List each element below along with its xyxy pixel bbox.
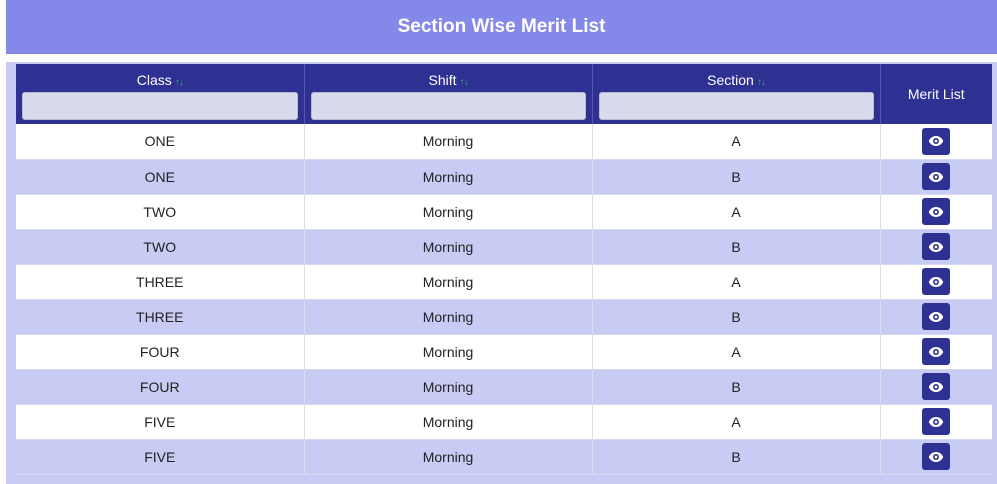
merit-list-panel: Class ↑↓ Shift ↑↓ Section ↑↓ Merit List … <box>6 62 997 484</box>
section-cell: B <box>592 299 881 335</box>
table-row: THREE Morning A <box>16 264 992 300</box>
column-label-shift: Shift <box>428 72 457 88</box>
column-label-class: Class <box>136 72 172 88</box>
class-cell: FIVE <box>16 404 305 440</box>
section-cell: A <box>592 194 881 230</box>
sort-class-button[interactable]: Class ↑↓ <box>22 71 298 89</box>
class-cell: ONE <box>16 124 305 160</box>
column-header-section: Section ↑↓ <box>592 64 881 124</box>
sort-shift-button[interactable]: Shift ↑↓ <box>311 71 586 89</box>
view-merit-list-button[interactable] <box>922 443 951 470</box>
sort-icon: ↑↓ <box>174 77 184 88</box>
section-filter-input[interactable] <box>598 92 874 120</box>
eye-icon <box>928 381 944 393</box>
column-header-class: Class ↑↓ <box>16 64 305 124</box>
column-header-shift: Shift ↑↓ <box>304 64 593 124</box>
class-cell: THREE <box>16 299 305 335</box>
shift-cell: Morning <box>304 369 593 405</box>
class-cell: TWO <box>16 229 305 265</box>
class-cell: ONE <box>16 159 305 195</box>
page-header: Section Wise Merit List <box>6 0 997 54</box>
view-merit-list-button[interactable] <box>922 373 951 400</box>
table-row: FOUR Morning B <box>16 369 992 405</box>
table-row: ONE Morning A <box>16 124 992 160</box>
view-merit-list-button[interactable] <box>922 163 951 190</box>
column-header-merit-list: Merit List <box>880 64 992 124</box>
section-cell: A <box>592 124 881 160</box>
view-merit-list-button[interactable] <box>922 268 951 295</box>
eye-icon <box>928 206 944 218</box>
view-merit-list-button[interactable] <box>922 338 951 365</box>
sort-icon: ↑↓ <box>756 77 766 88</box>
shift-cell: Morning <box>304 159 593 195</box>
eye-icon <box>928 311 944 323</box>
view-merit-list-button[interactable] <box>922 408 951 435</box>
shift-cell: Morning <box>304 264 593 300</box>
table-row: TWO Morning A <box>16 194 992 230</box>
section-cell: A <box>592 404 881 440</box>
eye-icon <box>928 135 944 147</box>
merit-list-cell <box>880 194 992 230</box>
column-label-merit-list: Merit List <box>907 86 965 102</box>
merit-list-cell <box>880 369 992 405</box>
merit-list-table: Class ↑↓ Shift ↑↓ Section ↑↓ Merit List … <box>16 64 992 475</box>
shift-cell: Morning <box>304 229 593 265</box>
eye-icon <box>928 241 944 253</box>
shift-cell: Morning <box>304 334 593 370</box>
eye-icon <box>928 451 944 463</box>
merit-list-cell <box>880 334 992 370</box>
table-body: ONE Morning A ONE Morning B TWO Morning A TWO Morn… <box>16 124 992 475</box>
page-title: Section Wise Merit List <box>397 16 606 37</box>
merit-list-cell <box>880 229 992 265</box>
shift-cell: Morning <box>304 299 593 335</box>
view-merit-list-button[interactable] <box>922 127 951 155</box>
table-header-row: Class ↑↓ Shift ↑↓ Section ↑↓ Merit List <box>16 64 992 124</box>
merit-list-cell <box>880 404 992 440</box>
section-cell: B <box>592 369 881 405</box>
class-cell: THREE <box>16 264 305 300</box>
column-label-section: Section <box>707 72 754 88</box>
table-row: ONE Morning B <box>16 159 992 195</box>
merit-list-cell <box>880 159 992 195</box>
eye-icon <box>928 416 944 428</box>
section-cell: B <box>592 229 881 265</box>
table-row: FOUR Morning A <box>16 334 992 370</box>
view-merit-list-button[interactable] <box>922 233 951 260</box>
shift-cell: Morning <box>304 194 593 230</box>
sort-icon: ↑↓ <box>459 77 469 88</box>
shift-cell: Morning <box>304 124 593 160</box>
table-row: TWO Morning B <box>16 229 992 265</box>
shift-cell: Morning <box>304 404 593 440</box>
view-merit-list-button[interactable] <box>922 198 951 225</box>
class-filter-input[interactable] <box>22 92 298 120</box>
shift-cell: Morning <box>304 439 593 475</box>
section-cell: A <box>592 264 881 300</box>
section-cell: B <box>592 159 881 195</box>
table-row: FIVE Morning A <box>16 404 992 440</box>
eye-icon <box>928 171 944 183</box>
merit-list-cell <box>880 264 992 300</box>
eye-icon <box>928 276 944 288</box>
eye-icon <box>928 346 944 358</box>
section-cell: A <box>592 334 881 370</box>
merit-list-cell <box>880 299 992 335</box>
class-cell: TWO <box>16 194 305 230</box>
table-row: FIVE Morning B <box>16 439 992 475</box>
view-merit-list-button[interactable] <box>922 303 951 330</box>
table-row: THREE Morning B <box>16 299 992 335</box>
class-cell: FOUR <box>16 334 305 370</box>
sort-section-button[interactable]: Section ↑↓ <box>599 71 874 89</box>
class-cell: FOUR <box>16 369 305 405</box>
merit-list-cell <box>880 124 992 160</box>
shift-filter-input[interactable] <box>310 92 586 120</box>
class-cell: FIVE <box>16 439 305 475</box>
section-cell: B <box>592 439 881 475</box>
merit-list-cell <box>880 439 992 475</box>
